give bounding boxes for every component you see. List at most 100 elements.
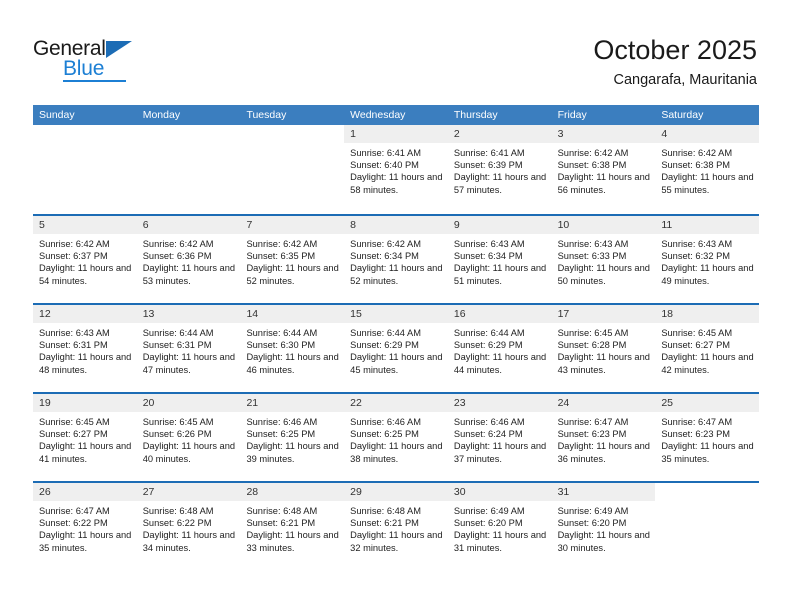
day-cell[interactable]: 19 Sunrise: 6:45 AM Sunset: 6:27 PM Dayligh… [33,394,137,481]
daylight-text: Daylight: 11 hours and 41 minutes. [39,441,132,464]
day-number-band: 24 [551,394,656,412]
day-cell[interactable]: 5 Sunrise: 6:42 AM Sunset: 6:37 PM Daylight… [33,216,137,303]
day-number-band: 6 [136,216,241,234]
day-cell[interactable]: 23 Sunrise: 6:46 AM Sunset: 6:24 PM Dayligh… [447,394,552,481]
day-cell[interactable]: 18 Sunrise: 6:45 AM Sunset: 6:27 PM Dayligh… [655,305,760,392]
day-cell[interactable]: 30 Sunrise: 6:49 AM Sunset: 6:20 PM Dayligh… [447,483,552,570]
day-cell[interactable]: 16 Sunrise: 6:44 AM Sunset: 6:29 PM Dayligh… [447,305,552,392]
logo-triangle-icon [106,41,132,58]
day-number-band: 12 [33,305,137,323]
day-details: Sunrise: 6:42 AM Sunset: 6:38 PM Daylight:… [552,143,656,196]
day-number-band [240,125,344,143]
day-number-band: 4 [655,125,760,143]
day-cell[interactable]: 20 Sunrise: 6:45 AM Sunset: 6:26 PM Dayligh… [136,394,241,481]
day-cell-empty [655,483,760,570]
day-details: Sunrise: 6:48 AM Sunset: 6:22 PM Daylight:… [137,501,241,554]
day-cell[interactable]: 1 Sunrise: 6:41 AM Sunset: 6:40 PM Daylight… [344,125,448,214]
day-number-band: 26 [33,483,137,501]
day-cell[interactable]: 11 Sunrise: 6:43 AM Sunset: 6:32 PM Dayligh… [655,216,760,303]
day-details: Sunrise: 6:45 AM Sunset: 6:27 PM Daylight:… [33,412,137,465]
daylight-text: Daylight: 11 hours and 55 minutes. [661,172,754,195]
day-number: 31 [557,486,570,498]
day-cell[interactable]: 14 Sunrise: 6:44 AM Sunset: 6:30 PM Dayligh… [240,305,345,392]
day-cell[interactable]: 13 Sunrise: 6:44 AM Sunset: 6:31 PM Dayligh… [136,305,241,392]
day-details: Sunrise: 6:47 AM Sunset: 6:23 PM Daylight:… [655,412,759,465]
sunrise-text: Sunrise: 6:48 AM [350,506,421,516]
day-cell[interactable]: 6 Sunrise: 6:42 AM Sunset: 6:36 PM Daylight… [136,216,241,303]
week-row: 1 Sunrise: 6:41 AM Sunset: 6:40 PM Daylight… [33,125,760,214]
day-details: Sunrise: 6:47 AM Sunset: 6:22 PM Daylight:… [33,501,137,554]
day-cell[interactable]: 9 Sunrise: 6:43 AM Sunset: 6:34 PM Daylight… [447,216,552,303]
day-cell[interactable]: 3 Sunrise: 6:42 AM Sunset: 6:38 PM Daylight… [551,125,656,214]
sunset-text: Sunset: 6:26 PM [142,429,212,440]
day-cell[interactable]: 25 Sunrise: 6:47 AM Sunset: 6:23 PM Dayligh… [655,394,760,481]
page-title: October 2025 [593,35,757,65]
day-number-band: 25 [655,394,760,412]
day-number: 16 [453,308,466,320]
day-details: Sunrise: 6:48 AM Sunset: 6:21 PM Daylight:… [240,501,344,554]
logo-underline [63,80,126,82]
sunrise-text: Sunrise: 6:44 AM [246,328,318,338]
day-number: 21 [246,397,259,409]
day-number: 12 [39,308,51,320]
day-number-band: 16 [447,305,552,323]
day-cell[interactable]: 17 Sunrise: 6:45 AM Sunset: 6:28 PM Dayligh… [551,305,656,392]
day-cell-empty [33,125,137,214]
day-number-band: 15 [344,305,448,323]
day-cell[interactable]: 10 Sunrise: 6:43 AM Sunset: 6:33 PM Dayligh… [551,216,656,303]
sunrise-text: Sunrise: 6:49 AM [557,506,629,516]
day-cell[interactable]: 15 Sunrise: 6:44 AM Sunset: 6:29 PM Dayligh… [344,305,448,392]
day-details: Sunrise: 6:42 AM Sunset: 6:37 PM Daylight:… [33,234,137,287]
sunrise-text: Sunrise: 6:47 AM [39,506,110,516]
day-number-band [137,125,241,143]
day-cell[interactable]: 4 Sunrise: 6:42 AM Sunset: 6:38 PM Daylight… [655,125,760,214]
sunrise-text: Sunrise: 6:43 AM [661,239,733,249]
daylight-text: Daylight: 11 hours and 35 minutes. [39,530,132,553]
day-cell[interactable]: 8 Sunrise: 6:42 AM Sunset: 6:34 PM Daylight… [344,216,448,303]
calendar-page: General Blue October 2025 Cangarafa, Mau… [0,0,792,612]
day-cell[interactable]: 12 Sunrise: 6:43 AM Sunset: 6:31 PM Dayligh… [33,305,137,392]
day-cell[interactable]: 29 Sunrise: 6:48 AM Sunset: 6:21 PM Dayligh… [344,483,448,570]
daylight-text: Daylight: 11 hours and 43 minutes. [557,352,650,375]
day-cell[interactable]: 28 Sunrise: 6:48 AM Sunset: 6:21 PM Dayligh… [240,483,345,570]
sunset-text: Sunset: 6:24 PM [453,429,523,440]
weekday-header-saturday: Saturday [661,109,704,121]
sunrise-text: Sunrise: 6:48 AM [142,506,214,516]
sunrise-text: Sunrise: 6:42 AM [39,239,110,249]
sunset-text: Sunset: 6:38 PM [557,160,627,171]
day-details: Sunrise: 6:43 AM Sunset: 6:33 PM Daylight:… [552,234,656,287]
general-blue-logo[interactable]: General Blue [33,38,183,86]
sunset-text: Sunset: 6:23 PM [661,429,731,440]
day-number: 30 [453,486,466,498]
day-cell[interactable]: 2 Sunrise: 6:41 AM Sunset: 6:39 PM Daylight… [447,125,552,214]
day-number: 5 [39,219,45,231]
page-subtitle: Cangarafa, Mauritania [613,72,757,88]
day-number-band: 31 [551,483,656,501]
day-cell[interactable]: 26 Sunrise: 6:47 AM Sunset: 6:22 PM Dayligh… [33,483,137,570]
weekday-header-sunday: Sunday [39,109,75,121]
day-number-band: 18 [655,305,760,323]
week-row: 26 Sunrise: 6:47 AM Sunset: 6:22 PM Dayligh… [33,481,760,570]
day-cell[interactable]: 24 Sunrise: 6:47 AM Sunset: 6:23 PM Dayligh… [551,394,656,481]
day-details: Sunrise: 6:48 AM Sunset: 6:21 PM Daylight:… [344,501,448,554]
daylight-text: Daylight: 11 hours and 32 minutes. [350,530,443,553]
daylight-text: Daylight: 11 hours and 47 minutes. [142,352,236,375]
day-cell[interactable]: 22 Sunrise: 6:46 AM Sunset: 6:25 PM Dayligh… [344,394,448,481]
sunrise-text: Sunrise: 6:46 AM [453,417,525,427]
day-number: 4 [661,128,668,140]
day-number: 13 [142,308,155,320]
day-cell[interactable]: 7 Sunrise: 6:42 AM Sunset: 6:35 PM Daylight… [240,216,345,303]
day-number-band: 28 [240,483,345,501]
day-number-band: 2 [447,125,552,143]
title-block: October 2025 Cangarafa, Mauritania [593,34,757,90]
day-cell[interactable]: 31 Sunrise: 6:49 AM Sunset: 6:20 PM Dayligh… [551,483,656,570]
day-number: 22 [350,397,362,409]
day-number: 10 [557,219,570,231]
sunset-text: Sunset: 6:23 PM [557,429,627,440]
day-number-band: 19 [33,394,137,412]
day-number-band: 27 [136,483,241,501]
sunset-text: Sunset: 6:36 PM [142,251,212,262]
day-cell[interactable]: 21 Sunrise: 6:46 AM Sunset: 6:25 PM Dayligh… [240,394,345,481]
day-number: 17 [557,308,570,320]
day-cell[interactable]: 27 Sunrise: 6:48 AM Sunset: 6:22 PM Dayligh… [136,483,241,570]
